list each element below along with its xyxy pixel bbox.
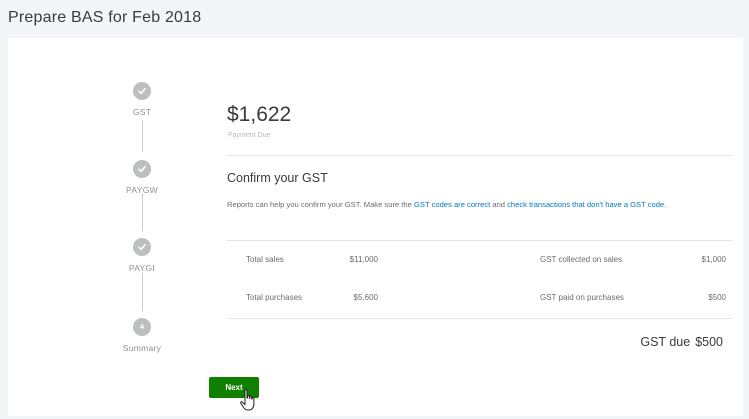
step-summary[interactable]: 4 Summary (112, 318, 172, 353)
payment-caption: Payment Due (228, 132, 271, 139)
summary-row: Total purchases $5,600 GST paid on purch… (227, 289, 732, 309)
check-transactions-link[interactable]: check transactions that don't have a GST… (507, 200, 664, 209)
divider (227, 318, 732, 319)
gst-codes-link[interactable]: GST codes are correct (414, 200, 490, 209)
gst-due-label: GST due (640, 335, 691, 349)
step-number-badge: 4 (133, 318, 151, 336)
summary-row: Total sales $11,000 GST collected on sal… (227, 251, 732, 271)
step-number: 4 (140, 323, 144, 331)
row-gst-value: $500 (708, 293, 726, 302)
row-gst-label: GST paid on purchases (540, 293, 624, 302)
step-label: PAYGI (128, 263, 156, 273)
section-title: Confirm your GST (227, 171, 328, 185)
hand-cursor-icon (240, 389, 255, 411)
bas-panel: GST PAYGW PAYGI 4 Summary $1,622 Payment… (8, 38, 743, 416)
check-icon (133, 160, 151, 178)
divider (227, 155, 732, 156)
gst-due-value: $500 (695, 335, 723, 349)
confirm-description: Reports can help you confirm your GST. M… (227, 199, 732, 211)
step-paygw[interactable]: PAYGW (112, 160, 172, 195)
check-icon (133, 82, 151, 100)
step-label: Summary (122, 343, 162, 353)
desc-text: Reports can help you confirm your GST. M… (227, 200, 414, 209)
desc-text: . (664, 200, 667, 209)
row-value: $5,600 (353, 293, 378, 302)
desc-text: and (490, 200, 508, 209)
divider (227, 240, 732, 241)
row-value: $11,000 (349, 255, 378, 264)
check-icon (133, 238, 151, 256)
step-connector (142, 120, 143, 152)
progress-stepper: GST PAYGW PAYGI 4 Summary (8, 38, 198, 416)
step-connector (142, 193, 143, 231)
row-gst-label: GST collected on sales (540, 255, 623, 264)
step-label: PAYGW (126, 185, 158, 195)
payment-amount: $1,622 (227, 103, 292, 126)
row-label: Total purchases (246, 293, 303, 302)
gst-due-total: GST due $500 (640, 335, 723, 349)
step-label: GST (132, 107, 152, 117)
step-gst[interactable]: GST (112, 82, 172, 117)
step-connector (142, 273, 143, 311)
row-gst-value: $1,000 (701, 255, 726, 264)
row-label: Total sales (246, 255, 284, 264)
step-paygi[interactable]: PAYGI (112, 238, 172, 273)
page-title: Prepare BAS for Feb 2018 (8, 9, 202, 26)
